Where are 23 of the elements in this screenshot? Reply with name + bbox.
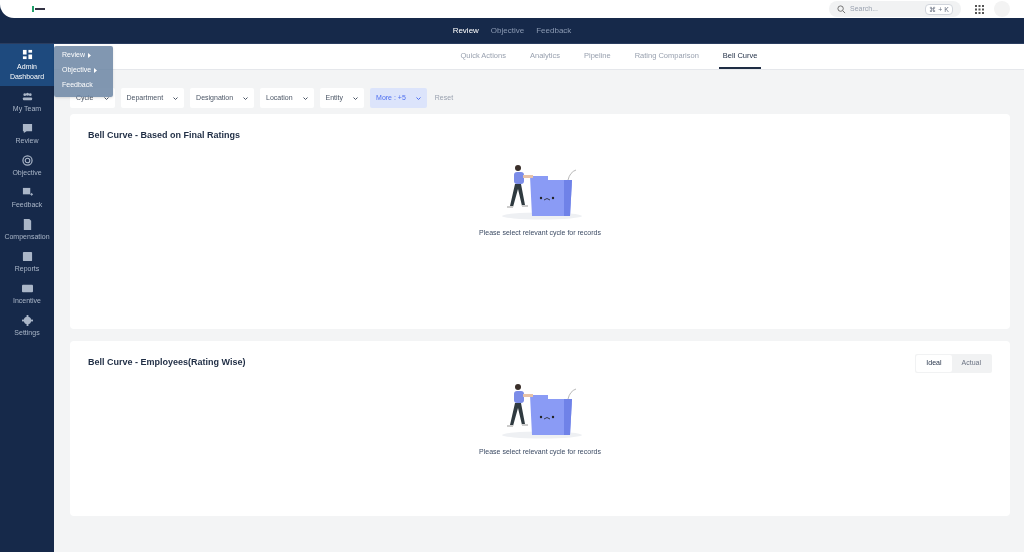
nav-tab[interactable]: Objective (490, 24, 525, 37)
caret-icon (353, 96, 359, 100)
dashboard-icon (21, 48, 33, 60)
document-icon (21, 218, 33, 230)
logo-icon (32, 6, 46, 12)
nav-tab[interactable]: Feedback (536, 24, 572, 37)
caret-icon (173, 96, 179, 100)
target-icon (21, 154, 33, 166)
submenu-arrow-icon (87, 52, 91, 58)
caret-icon (415, 96, 421, 100)
submenu-arrow-icon (94, 67, 98, 73)
team-icon (21, 90, 33, 102)
chat-icon (21, 122, 33, 134)
card-title: Bell Curve - Based on Final Ratings (88, 129, 241, 143)
feedback-icon (21, 186, 33, 198)
caret-icon (243, 96, 249, 100)
nav-tab[interactable]: Review (452, 24, 479, 37)
card-title: Bell Curve - Employees(Rating Wise) (88, 356, 246, 370)
caret-icon (103, 96, 109, 100)
search-icon (837, 4, 846, 14)
caret-icon (302, 96, 308, 100)
settings-icon (21, 314, 33, 326)
apps-grid-icon[interactable] (975, 4, 984, 14)
